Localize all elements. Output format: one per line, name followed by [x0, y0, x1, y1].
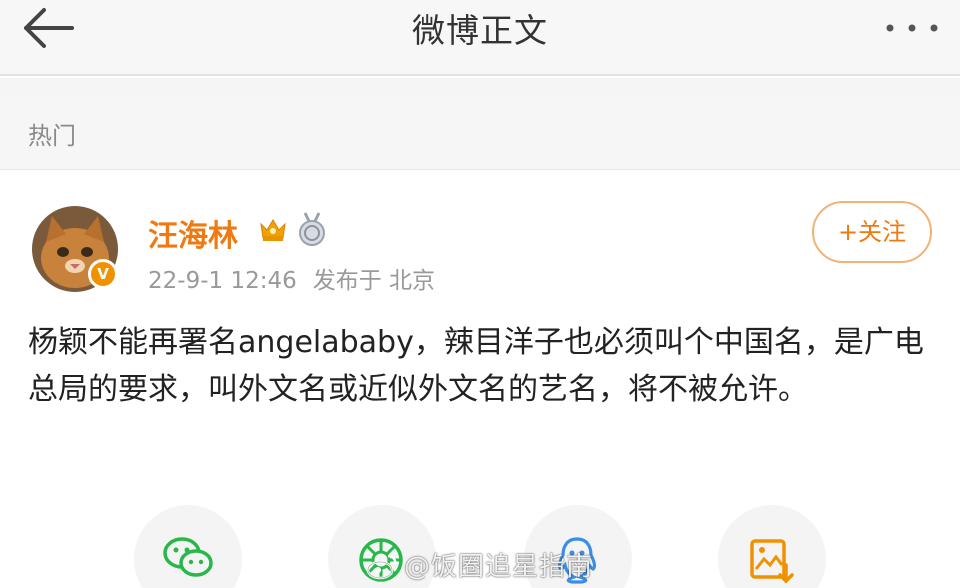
medal-icon [299, 212, 325, 246]
page-title: 微博正文 [412, 11, 548, 50]
author-name[interactable]: 汪海林 [148, 211, 238, 255]
wechat-icon [163, 537, 213, 577]
post-content: 杨颖不能再署名angelababy，辣目洋子也必须叫个中国名，是广电总局的要求，… [28, 325, 924, 407]
top-navigation-bar: 微博正文 [0, 0, 960, 76]
more-dots-icon [886, 24, 938, 32]
more-options-button[interactable] [882, 20, 942, 36]
weibo-post: V 汪海林 22-9-1 12:46 发布于 北京 +关注 杨颖不能再署名ange… [0, 171, 960, 588]
save-image-icon [750, 539, 794, 584]
post-timestamp: 22-9-1 12:46 [148, 268, 297, 294]
section-gap [0, 78, 960, 94]
follow-button[interactable]: +关注 [812, 201, 932, 263]
weibo-logo-icon [366, 554, 397, 580]
watermark-text: @饭圈追星指南 [404, 552, 594, 582]
section-label: 热门 [28, 122, 76, 150]
section-header: 热门 [0, 94, 960, 170]
verified-badge: V [88, 259, 118, 289]
post-meta: 22-9-1 12:46 发布于 北京 [148, 261, 435, 295]
save-image-button[interactable] [718, 505, 826, 588]
share-wechat-button[interactable] [134, 505, 242, 588]
crown-member-icon [260, 219, 286, 241]
post-location: 发布于 北京 [312, 268, 436, 294]
